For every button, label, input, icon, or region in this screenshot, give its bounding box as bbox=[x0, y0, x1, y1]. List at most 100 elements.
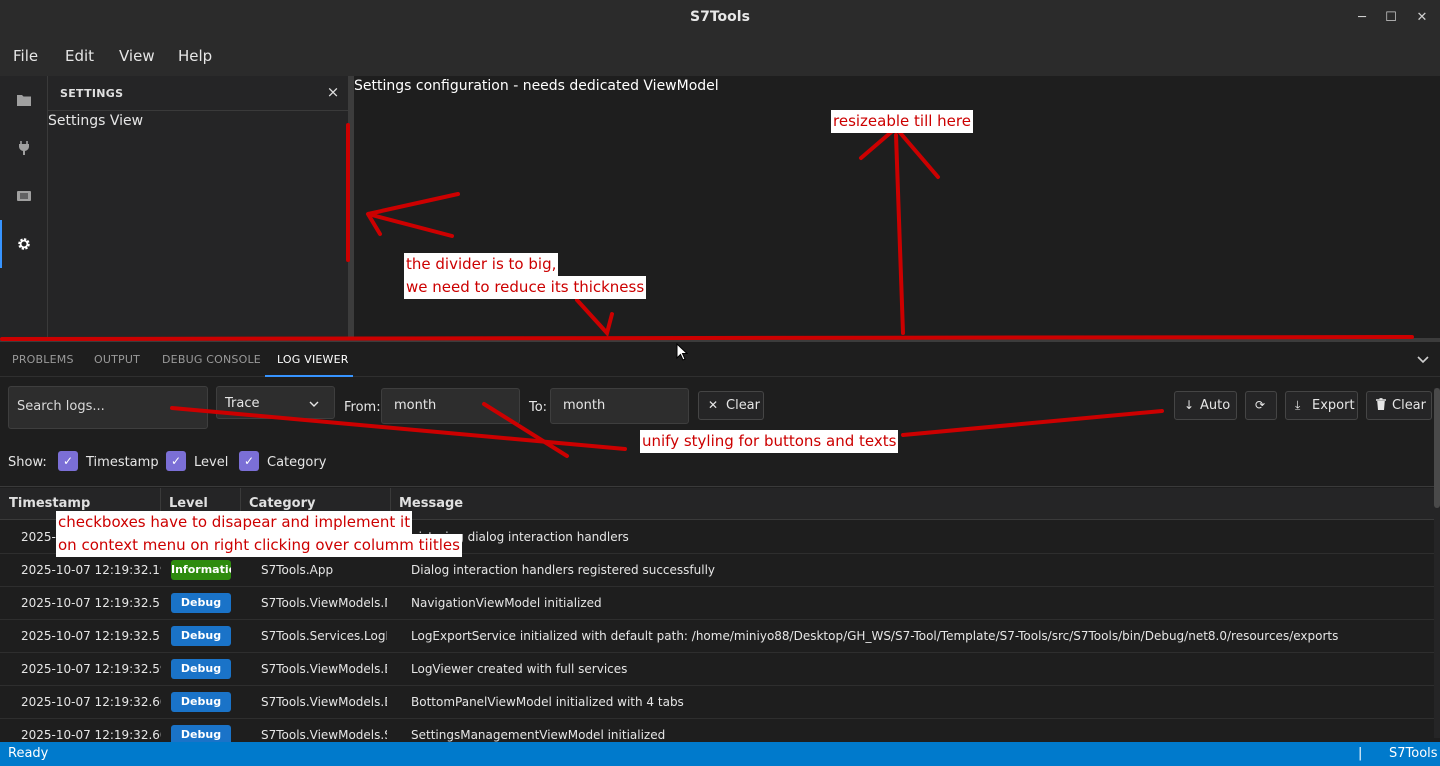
list-icon[interactable] bbox=[14, 186, 34, 206]
grid-scrollbar[interactable] bbox=[1434, 388, 1440, 738]
annotation-checkboxes-line2: on context menu on right clicking over c… bbox=[56, 534, 462, 557]
annotation-checkboxes-line1: checkboxes have to disapear and implemen… bbox=[56, 511, 413, 534]
table-row[interactable]: 2025-10-07 12:19:32.606 Debug S7Tools.View… bbox=[0, 686, 1434, 719]
panel-tabs: PROBLEMS OUTPUT DEBUG CONSOLE LOG VIEWER bbox=[0, 342, 1440, 377]
scrollbar-thumb[interactable] bbox=[1434, 388, 1440, 508]
cell-timestamp: 2025-10-07 12:19:32.598 bbox=[21, 662, 161, 676]
activity-bar bbox=[0, 76, 48, 338]
mouse-cursor-icon bbox=[676, 343, 688, 361]
annotation-divider-line2: we need to reduce its thickness bbox=[404, 276, 647, 299]
editor-text: Settings configuration - needs dedicated… bbox=[354, 78, 719, 94]
clear-logs-label: Clear bbox=[1392, 398, 1426, 413]
timestamp-checkbox[interactable]: ✓ bbox=[58, 451, 78, 471]
cell-message: LogExportService initialized with defaul… bbox=[411, 629, 1339, 643]
clear-dates-label: Clear bbox=[726, 398, 760, 413]
table-row[interactable]: 2025-10-07 12:19:32.519 Debug S7Tools.Serv… bbox=[0, 620, 1434, 653]
arrow-down-icon: ↓ bbox=[1184, 398, 1195, 412]
gear-icon[interactable] bbox=[14, 234, 34, 254]
column-header-level[interactable]: Level bbox=[169, 496, 208, 511]
from-date-field[interactable]: month bbox=[381, 388, 520, 424]
status-bar: Ready | S7Tools bbox=[0, 742, 1440, 766]
menu-file[interactable]: File bbox=[13, 47, 38, 65]
cell-category: S7Tools.ViewModels.B bbox=[261, 695, 387, 709]
level-badge: Debug bbox=[171, 659, 231, 679]
table-row[interactable]: 2025-10-07 12:19:32.608 Debug S7Tools.View… bbox=[0, 719, 1434, 742]
search-input[interactable]: Search logs... bbox=[8, 386, 208, 429]
cell-message: LogViewer created with full services bbox=[411, 662, 628, 676]
active-indicator bbox=[0, 220, 2, 268]
level-badge: Debug bbox=[171, 725, 231, 742]
show-label: Show: bbox=[8, 455, 47, 470]
tab-log-viewer[interactable]: LOG VIEWER bbox=[277, 353, 349, 366]
status-separator: | bbox=[1358, 746, 1363, 761]
cell-timestamp: 2025-10-07 12:19:32.516 bbox=[21, 596, 161, 610]
cell-timestamp: 2025-10-07 12:19:32.197 bbox=[21, 563, 161, 577]
cell-category: S7Tools.ViewModels.Se bbox=[261, 728, 387, 742]
clear-dates-button[interactable]: ✕ Clear bbox=[698, 391, 764, 420]
to-date-field[interactable]: month bbox=[550, 388, 689, 424]
plug-icon[interactable] bbox=[14, 138, 34, 158]
menu-view[interactable]: View bbox=[119, 47, 155, 65]
annotation-unify: unify styling for buttons and texts bbox=[640, 430, 899, 453]
chevron-down-icon bbox=[309, 395, 319, 410]
level-select-value: Trace bbox=[225, 396, 260, 411]
cell-category: S7Tools.ViewModels.B bbox=[261, 662, 387, 676]
from-label: From: bbox=[344, 400, 381, 415]
table-row[interactable]: 2025-10-07 12:19:32.516 Debug S7Tools.View… bbox=[0, 587, 1434, 620]
refresh-button[interactable]: ⟳ bbox=[1245, 391, 1277, 420]
folder-icon[interactable] bbox=[14, 90, 34, 110]
table-row[interactable]: 2025-10-07 12:19:32.598 Debug S7Tools.View… bbox=[0, 653, 1434, 686]
level-select[interactable]: Trace bbox=[216, 386, 335, 419]
settings-sidebar: SETTINGS × Settings View bbox=[48, 76, 348, 338]
menu-edit[interactable]: Edit bbox=[65, 47, 94, 65]
auto-label: Auto bbox=[1200, 398, 1231, 413]
tab-output[interactable]: OUTPUT bbox=[94, 353, 140, 366]
sidebar-content: Settings View bbox=[48, 113, 144, 129]
level-checkbox-label: Level bbox=[194, 455, 229, 470]
column-header-timestamp[interactable]: Timestamp bbox=[9, 496, 90, 511]
column-header-category[interactable]: Category bbox=[249, 496, 315, 511]
export-button[interactable]: ⤓ Export bbox=[1285, 391, 1358, 420]
level-badge: Debug bbox=[171, 593, 231, 613]
cell-message: Dialog interaction handlers registered s… bbox=[411, 563, 716, 577]
level-badge: Debug bbox=[171, 626, 231, 646]
sidebar-title: SETTINGS bbox=[60, 87, 124, 100]
trash-icon bbox=[1376, 398, 1386, 413]
cell-message: SettingsManagementViewModel initialized bbox=[411, 728, 666, 742]
cell-category: S7Tools.Services.LogEx bbox=[261, 629, 387, 643]
log-toolbar: Search logs... Trace From: month To: mon… bbox=[0, 377, 1440, 437]
to-label: To: bbox=[529, 400, 548, 415]
export-label: Export bbox=[1312, 398, 1355, 413]
sidebar-close-icon[interactable]: × bbox=[324, 83, 342, 103]
maximize-button[interactable]: ☐ bbox=[1381, 8, 1401, 28]
title-bar: S7Tools ─ ☐ ✕ bbox=[0, 0, 1440, 36]
minimize-button[interactable]: ─ bbox=[1352, 8, 1372, 28]
cell-message: gistering dialog interaction handlers bbox=[411, 530, 629, 544]
clear-logs-button[interactable]: Clear bbox=[1366, 391, 1432, 420]
auto-scroll-button[interactable]: ↓ Auto bbox=[1174, 391, 1237, 420]
annotation-resizeable: resizeable till here bbox=[831, 110, 973, 133]
column-header-message[interactable]: Message bbox=[399, 496, 463, 511]
level-checkbox[interactable]: ✓ bbox=[166, 451, 186, 471]
annotation-divider-line1: the divider is to big, bbox=[404, 253, 559, 276]
tab-problems[interactable]: PROBLEMS bbox=[12, 353, 74, 366]
download-icon: ⤓ bbox=[1295, 398, 1301, 412]
table-row[interactable]: 2025-10-07 12:19:32.197 Informatic S7Tools… bbox=[0, 554, 1434, 587]
status-app-name: S7Tools bbox=[1389, 746, 1438, 761]
menu-bar: File Edit View Help bbox=[0, 36, 1440, 76]
cell-timestamp: 2025-10-07 12:19:32.606 bbox=[21, 695, 161, 709]
close-icon: ✕ bbox=[708, 398, 719, 412]
level-badge: Informatic bbox=[171, 560, 231, 580]
close-window-button[interactable]: ✕ bbox=[1412, 8, 1432, 28]
cell-category: S7Tools.App bbox=[261, 563, 334, 577]
menu-help[interactable]: Help bbox=[178, 47, 212, 65]
timestamp-checkbox-label: Timestamp bbox=[86, 455, 159, 470]
to-date-value: month bbox=[563, 398, 606, 413]
level-badge: Debug bbox=[171, 692, 231, 712]
cell-timestamp: 2025-10-07 12:19:32.608 bbox=[21, 728, 161, 742]
status-ready: Ready bbox=[8, 746, 49, 761]
chevron-down-icon[interactable] bbox=[1413, 350, 1433, 370]
from-date-value: month bbox=[394, 398, 437, 413]
tab-debug-console[interactable]: DEBUG CONSOLE bbox=[162, 353, 261, 366]
category-checkbox[interactable]: ✓ bbox=[239, 451, 259, 471]
